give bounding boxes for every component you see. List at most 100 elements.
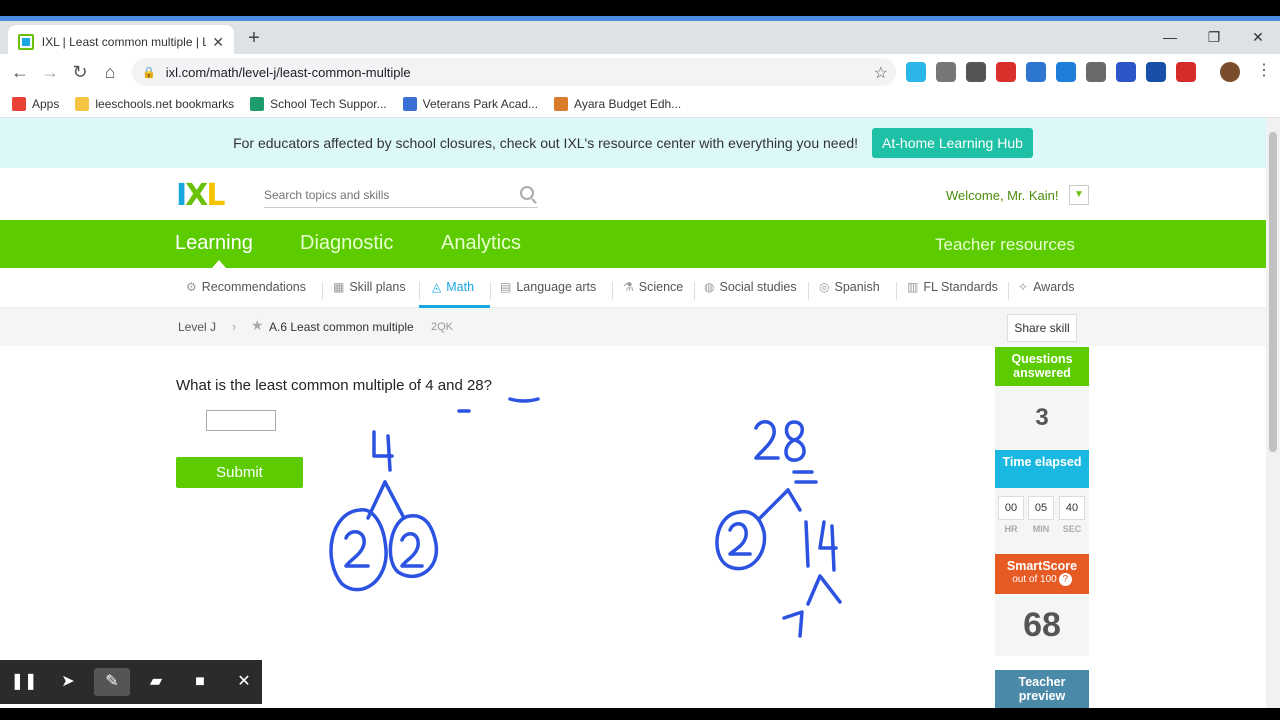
main-nav: Learning Diagnostic Analytics Teacher re… bbox=[0, 220, 1266, 268]
share-skill-button[interactable]: Share skill bbox=[1007, 314, 1077, 342]
screen-top-border bbox=[0, 0, 1280, 16]
bookmark-label: Apps bbox=[32, 96, 60, 111]
screen-bottom-border bbox=[0, 708, 1280, 720]
nav-learning[interactable]: Learning bbox=[175, 232, 253, 255]
time-hours: 00 bbox=[998, 496, 1024, 520]
new-tab-button[interactable]: + bbox=[244, 27, 264, 50]
tab-close-icon[interactable]: ✕ bbox=[212, 34, 224, 51]
subnav-spanish[interactable]: ◎ Spanish bbox=[819, 280, 880, 294]
extension-icon[interactable] bbox=[1026, 62, 1046, 82]
bookmark-star-icon[interactable]: ☆ bbox=[874, 63, 888, 83]
nav-analytics[interactable]: Analytics bbox=[441, 232, 521, 255]
lock-icon: 🔒 bbox=[142, 66, 156, 79]
bookmark-item[interactable]: leeschools.net bookmarks bbox=[75, 96, 235, 111]
page-scrollbar[interactable] bbox=[1266, 118, 1280, 708]
address-bar[interactable]: 🔒 ixl.com/math/level-j/least-common-mult… bbox=[132, 58, 896, 86]
ixl-page: For educators affected by school closure… bbox=[0, 118, 1266, 708]
pen-icon[interactable]: ✎ bbox=[94, 668, 130, 696]
question-text: What is the least common multiple of 4 a… bbox=[176, 377, 492, 394]
pause-icon[interactable]: ❚❚ bbox=[6, 668, 42, 696]
browser-chrome: IXL | Least common multiple | Le ✕ + — ❐… bbox=[0, 16, 1280, 118]
bookmark-item[interactable]: Ayara Budget Edh... bbox=[554, 96, 681, 111]
nav-teacher-resources[interactable]: Teacher resources bbox=[935, 235, 1075, 255]
submit-button[interactable]: Submit bbox=[176, 457, 303, 488]
extension-icon[interactable] bbox=[1056, 62, 1076, 82]
forward-arrow-icon[interactable]: → bbox=[38, 60, 62, 84]
divider bbox=[322, 282, 323, 300]
recommendations-icon: ⚙ bbox=[186, 280, 197, 294]
questions-answered-value: 3 bbox=[995, 386, 1089, 450]
awards-icon: ✧ bbox=[1018, 280, 1029, 294]
highlighter-icon[interactable]: ▰ bbox=[138, 668, 174, 696]
window-controls: — ❐ ✕ bbox=[1148, 23, 1280, 51]
minutes-label: MIN bbox=[1032, 524, 1050, 534]
extension-icon[interactable] bbox=[996, 62, 1016, 82]
social-studies-icon: ◍ bbox=[704, 280, 715, 294]
math-icon: ◬ bbox=[432, 280, 442, 294]
extension-icon[interactable] bbox=[1176, 62, 1196, 82]
bookmark-label: School Tech Suppor... bbox=[270, 96, 387, 111]
time-minutes: 05 bbox=[1028, 496, 1054, 520]
subnav-social-studies[interactable]: ◍ Social studies bbox=[704, 280, 797, 294]
menu-kebab-icon[interactable]: ⋮ bbox=[1256, 60, 1272, 80]
nav-diagnostic[interactable]: Diagnostic bbox=[300, 232, 393, 255]
profile-avatar[interactable] bbox=[1220, 62, 1240, 82]
time-elapsed-value: 00 05 40 HR MIN SEC bbox=[995, 488, 1089, 554]
divider bbox=[808, 282, 809, 300]
close-icon[interactable]: ✕ bbox=[226, 668, 262, 696]
restore-button[interactable]: ❐ bbox=[1192, 23, 1236, 51]
skill-code: 2QK bbox=[431, 321, 454, 333]
search-icon[interactable] bbox=[520, 186, 534, 200]
window-close-button[interactable]: ✕ bbox=[1236, 23, 1280, 51]
subnav-math[interactable]: ◬ Math bbox=[432, 280, 474, 294]
extension-icon[interactable] bbox=[1146, 62, 1166, 82]
search-input[interactable] bbox=[264, 187, 504, 202]
at-home-learning-hub-button[interactable]: At-home Learning Hub bbox=[872, 128, 1033, 158]
breadcrumb-level[interactable]: Level J bbox=[178, 320, 216, 334]
extension-icon[interactable] bbox=[906, 62, 926, 82]
ixl-logo[interactable]: IXL bbox=[176, 181, 225, 211]
subnav-fl-standards[interactable]: ▥ FL Standards bbox=[907, 280, 998, 294]
answer-input[interactable] bbox=[206, 410, 276, 431]
bookmark-label: leeschools.net bookmarks bbox=[95, 96, 235, 111]
subnav-science[interactable]: ⚗ Science bbox=[623, 280, 683, 294]
home-icon[interactable]: ⌂ bbox=[98, 60, 122, 84]
smartscore-label: SmartScore bbox=[1006, 559, 1078, 573]
back-arrow-icon[interactable]: ← bbox=[8, 60, 32, 84]
teacher-preview-button[interactable]: Teacher preview bbox=[995, 670, 1089, 708]
subnav-language-arts[interactable]: ▤ Language arts bbox=[500, 280, 596, 294]
bookmark-icon bbox=[12, 96, 26, 111]
subnav-skill-plans[interactable]: ▦ Skill plans bbox=[333, 280, 406, 294]
annotation-toolbar: ❚❚ ➤ ✎ ▰ ■ ✕ bbox=[0, 660, 262, 704]
subnav-awards[interactable]: ✧ Awards bbox=[1018, 280, 1075, 294]
divider bbox=[694, 282, 695, 300]
extension-icon[interactable] bbox=[1086, 62, 1106, 82]
time-elapsed-label: Time elapsed bbox=[995, 450, 1089, 488]
extension-icon[interactable] bbox=[936, 62, 956, 82]
questions-answered-label: Questions answered bbox=[995, 347, 1089, 386]
divider bbox=[896, 282, 897, 300]
pointer-icon[interactable]: ➤ bbox=[50, 668, 86, 696]
bookmark-icon bbox=[554, 96, 569, 111]
reload-icon[interactable]: ↻ bbox=[68, 60, 92, 84]
extension-icon[interactable] bbox=[1116, 62, 1136, 82]
hours-label: HR bbox=[1004, 524, 1018, 534]
smartscore-value: 68 bbox=[995, 594, 1089, 656]
bookmark-item[interactable]: Veterans Park Acad... bbox=[402, 96, 538, 111]
help-icon[interactable]: ? bbox=[1058, 573, 1072, 586]
active-nav-caret bbox=[212, 260, 226, 268]
subnav-recommendations[interactable]: ⚙ Recommendations bbox=[186, 280, 306, 294]
chevron-down-icon[interactable]: ▼ bbox=[1069, 185, 1089, 205]
minimize-button[interactable]: — bbox=[1148, 23, 1192, 51]
breadcrumb: Level J › ★ A.6 Least common multiple 2Q… bbox=[0, 308, 1266, 346]
divider bbox=[1008, 282, 1009, 300]
extension-icon[interactable] bbox=[966, 62, 986, 82]
bookmark-item[interactable]: Apps bbox=[12, 96, 60, 111]
skill-plans-icon: ▦ bbox=[333, 280, 345, 294]
scroll-thumb[interactable] bbox=[1269, 132, 1277, 452]
science-icon: ⚗ bbox=[623, 280, 634, 294]
star-icon[interactable]: ★ bbox=[251, 317, 264, 334]
camera-icon[interactable]: ■ bbox=[182, 668, 218, 696]
bookmark-item[interactable]: School Tech Suppor... bbox=[250, 96, 387, 111]
search-bar bbox=[264, 182, 538, 208]
